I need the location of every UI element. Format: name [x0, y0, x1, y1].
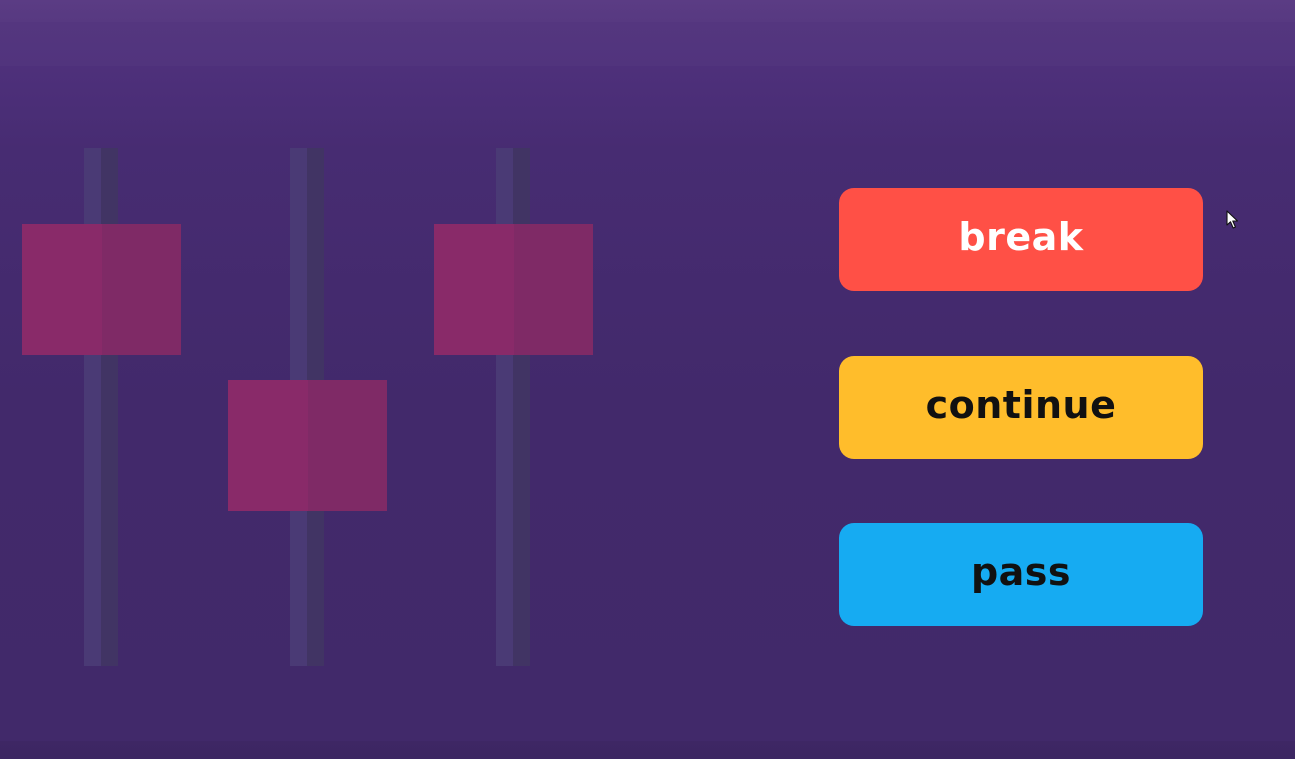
mouse-cursor-icon [1226, 210, 1239, 229]
continue-button[interactable]: continue [839, 356, 1203, 459]
slider-knob-1 [22, 224, 181, 355]
pass-button[interactable]: pass [839, 523, 1203, 626]
background-band-top [0, 0, 1295, 22]
break-button[interactable]: break [839, 188, 1203, 291]
slider-knob-3 [434, 224, 593, 355]
background-band-upper [0, 22, 1295, 66]
slider-knob-2 [228, 380, 387, 511]
background-band-bottom [0, 741, 1295, 759]
